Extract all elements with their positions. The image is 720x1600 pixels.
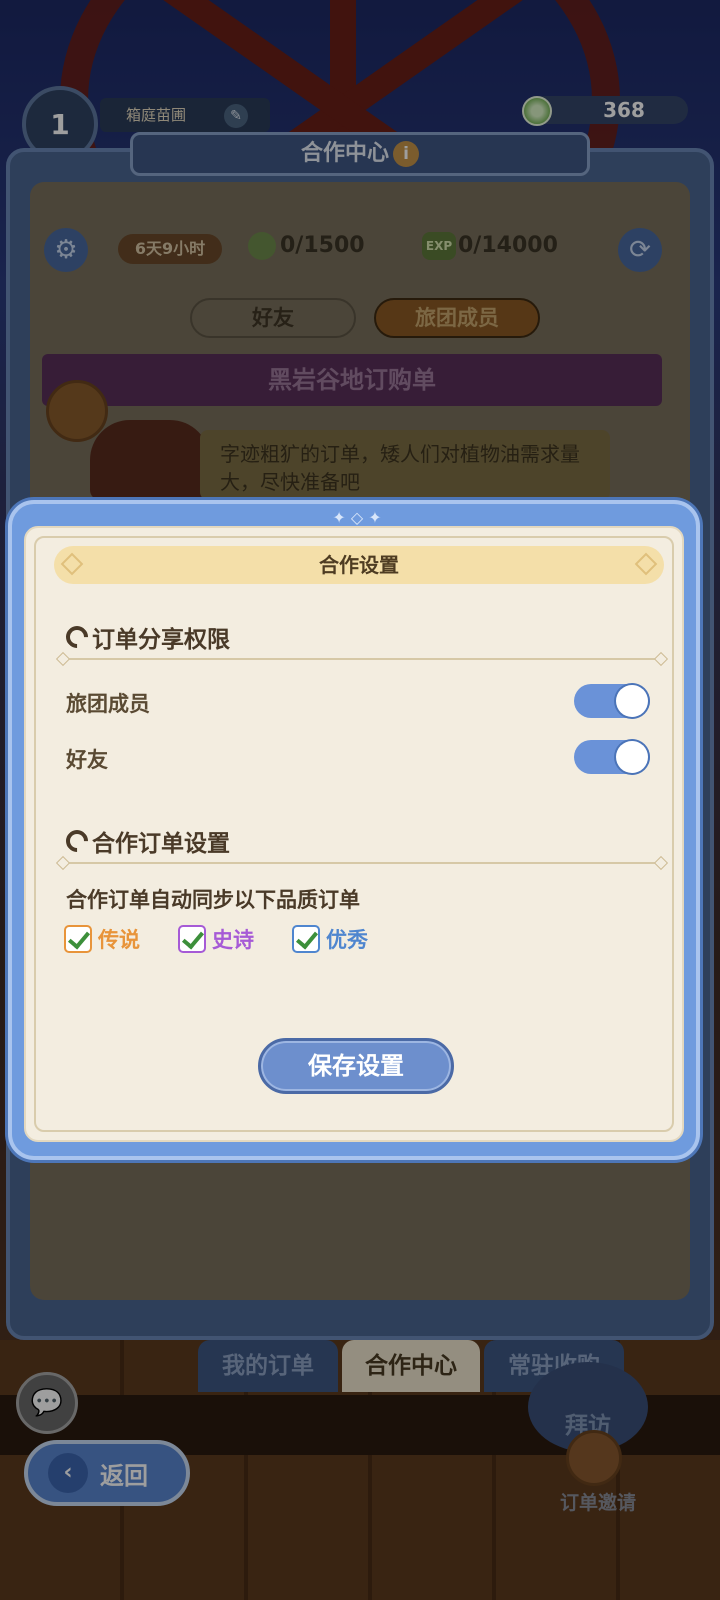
toggle-label-friends: 好友	[66, 748, 108, 772]
quality-sync-description: 合作订单自动同步以下品质订单	[66, 888, 360, 912]
section-divider	[62, 658, 662, 660]
checkbox-label-legendary: 传说	[98, 928, 140, 952]
checkbox-label-excellent: 优秀	[326, 928, 368, 952]
diamond-ornament-icon	[634, 552, 658, 576]
toggle-label-guild: 旅团成员	[66, 692, 150, 716]
cooperation-settings-modal: ✦ ◇ ✦ 合作设置 订单分享权限 旅团成员 好友 合作订单设置 合作订单自动同…	[8, 500, 700, 1160]
checkmark-icon	[67, 926, 91, 950]
checkbox-label-epic: 史诗	[212, 928, 254, 952]
checkbox-excellent[interactable]: 优秀	[292, 924, 368, 954]
section-heading-share-permission: 订单分享权限	[61, 620, 230, 654]
modal-title: 合作设置	[319, 553, 399, 577]
modal-top-ornament: ✦ ◇ ✦	[332, 508, 382, 527]
checkbox-box[interactable]	[292, 925, 320, 953]
modal-title-bar: 合作设置	[54, 546, 664, 584]
checkbox-legendary[interactable]: 传说	[64, 924, 140, 954]
toggle-knob	[616, 685, 648, 717]
save-settings-button[interactable]: 保存设置	[258, 1038, 454, 1094]
swirl-bullet-icon	[61, 621, 93, 653]
section-heading-text: 合作订单设置	[92, 831, 230, 857]
checkmark-icon	[295, 926, 319, 950]
checkbox-box[interactable]	[178, 925, 206, 953]
diamond-ornament-icon	[60, 552, 84, 576]
toggle-knob	[616, 741, 648, 773]
toggle-guild-members[interactable]	[574, 684, 650, 718]
modal-body: 合作设置 订单分享权限 旅团成员 好友 合作订单设置 合作订单自动同步以下品质订…	[24, 526, 684, 1142]
checkbox-box[interactable]	[64, 925, 92, 953]
section-heading-coop-order: 合作订单设置	[61, 824, 230, 858]
section-heading-text: 订单分享权限	[92, 627, 230, 653]
section-divider	[62, 862, 662, 864]
toggle-friends[interactable]	[574, 740, 650, 774]
checkbox-epic[interactable]: 史诗	[178, 924, 254, 954]
swirl-bullet-icon	[61, 825, 93, 857]
checkmark-icon	[181, 926, 205, 950]
quality-checkbox-row: 传说 史诗 优秀	[64, 924, 406, 954]
